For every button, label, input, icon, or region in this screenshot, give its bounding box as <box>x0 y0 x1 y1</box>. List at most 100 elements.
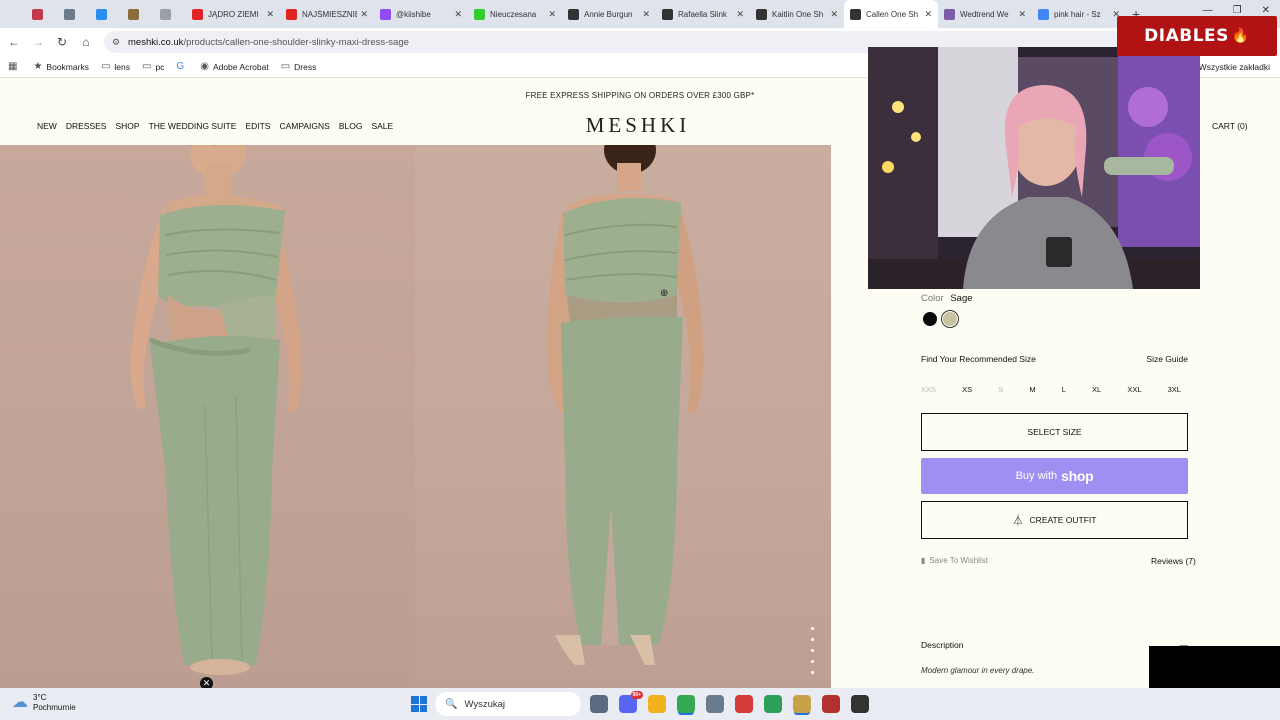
task-view-icon[interactable] <box>590 695 608 713</box>
site-logo[interactable]: MESHKI <box>540 113 736 138</box>
browser-tab[interactable]: NAJŚMIESZNIE ✕ <box>280 0 374 28</box>
maximize-icon[interactable]: ❐ <box>1233 5 1242 16</box>
size-guide-link[interactable]: Size Guide <box>1146 354 1188 364</box>
app-cube-icon[interactable] <box>706 695 724 713</box>
gallery-dot[interactable] <box>811 649 814 652</box>
browser-tab[interactable]: JĄDRO ZIEMI ✕ <box>186 0 280 28</box>
size-option[interactable]: 3XL <box>1168 385 1181 394</box>
size-option[interactable]: XXL <box>1127 385 1141 394</box>
gallery-dot[interactable] <box>811 660 814 663</box>
nav-item[interactable]: DRESSES <box>66 121 107 131</box>
size-option[interactable]: S <box>998 385 1003 394</box>
create-outfit-button[interactable]: ⏃ CREATE OUTFIT <box>921 501 1188 539</box>
browser-tab[interactable]: ✕ <box>26 0 58 28</box>
bookmarks-container: ★ Bookmarks ▭ lens ▭ pc G ◉ Adobe Acrobat ▭ Dress <box>33 61 328 72</box>
model-front-illustration <box>130 145 302 675</box>
tab-close-icon[interactable]: ✕ <box>548 9 556 20</box>
product-image-front[interactable] <box>0 145 415 688</box>
app-doc-icon[interactable] <box>822 695 840 713</box>
pen-icon <box>128 8 139 20</box>
folder-icon: ▭ <box>280 61 291 72</box>
select-size-button[interactable]: SELECT SIZE <box>921 413 1188 451</box>
size-option[interactable]: M <box>1029 385 1035 394</box>
browser-tab[interactable]: Rafaella Slink ✕ <box>656 0 750 28</box>
tab-close-icon[interactable]: ✕ <box>454 9 462 20</box>
bookmark-item[interactable]: ★ Bookmarks <box>33 61 88 72</box>
color-swatch-black[interactable] <box>923 312 937 326</box>
nav-item[interactable]: NEW <box>37 121 57 131</box>
app-green-icon[interactable] <box>764 695 782 713</box>
browser-tab[interactable]: ✕ <box>90 0 122 28</box>
browser-tab[interactable]: ✕ <box>122 0 154 28</box>
size-recommend-link[interactable]: Find Your Recommended Size <box>921 354 1036 364</box>
tab-close-icon[interactable]: ✕ <box>924 9 932 20</box>
bookmark-item[interactable]: ◉ Adobe Acrobat <box>200 61 269 72</box>
google-icon: G <box>176 61 185 72</box>
gallery-dot[interactable] <box>811 627 814 630</box>
site-info-icon[interactable]: ⚙ <box>112 37 122 47</box>
apps-grid-icon[interactable]: ▦ <box>8 61 21 72</box>
tab-close-icon[interactable]: ✕ <box>830 9 838 20</box>
tab-label: JĄDRO ZIEMI <box>208 9 259 19</box>
chrome-icon[interactable] <box>677 695 695 713</box>
tab-close-icon[interactable]: ✕ <box>736 9 744 20</box>
twitch-icon <box>380 8 391 20</box>
shop-pay-button[interactable]: Buy with shop <box>921 458 1188 494</box>
bookmark-item[interactable]: ▭ lens <box>101 61 130 72</box>
description-label: Description <box>921 640 964 650</box>
all-bookmarks[interactable]: Wszystkie zakładki <box>1199 62 1270 72</box>
save-to-wishlist[interactable]: ▮ Save To Wishlist <box>921 556 988 565</box>
gallery-pagination[interactable] <box>811 627 814 674</box>
gallery-dot[interactable] <box>811 638 814 641</box>
minimize-icon[interactable]: — <box>1203 5 1213 16</box>
description-accordion[interactable]: Description — <box>921 640 1188 650</box>
color-swatch-sage[interactable] <box>943 312 957 326</box>
browser-tab[interactable]: Wedtrend We ✕ <box>938 0 1032 28</box>
nav-item[interactable]: CAMPAIGNS <box>279 121 329 131</box>
browser-tab[interactable]: ✕ <box>58 0 90 28</box>
reload-icon[interactable]: ↻ <box>50 35 74 49</box>
weather-widget[interactable]: ☁ 3°C Pochmurnie <box>12 693 76 713</box>
description-text: Modern glamour in every drape. <box>921 666 1035 675</box>
close-window-icon[interactable]: ✕ <box>1262 5 1270 16</box>
cart-link[interactable]: CART (0) <box>1212 121 1248 131</box>
taskbar-search[interactable]: 🔍 Wyszukaj <box>435 692 581 716</box>
size-option[interactable]: XL <box>1092 385 1101 394</box>
bookmark-item[interactable]: ▭ Dress <box>281 61 317 72</box>
browser-tab[interactable]: Annie Burgun ✕ <box>562 0 656 28</box>
product-image-back[interactable] <box>415 145 831 688</box>
size-option[interactable]: XS <box>962 385 972 394</box>
browser-tab[interactable]: Nieuczesana ✕ <box>468 0 562 28</box>
shop-logo: shop <box>1061 468 1094 484</box>
tab-close-icon[interactable]: ✕ <box>642 9 650 20</box>
home-icon[interactable]: ⌂ <box>74 35 98 49</box>
nav-item[interactable]: EDITS <box>245 121 270 131</box>
close-popup-icon[interactable]: ✕ <box>200 677 213 688</box>
app-sync-icon[interactable] <box>851 695 869 713</box>
tab-close-icon[interactable]: ✕ <box>360 9 368 20</box>
bookmark-item[interactable]: ▭ pc <box>142 61 164 72</box>
league-icon[interactable] <box>793 695 811 713</box>
browser-tab[interactable]: Callen One Sh ✕ <box>844 0 938 28</box>
gallery-dot[interactable] <box>811 671 814 674</box>
size-option[interactable]: L <box>1062 385 1066 394</box>
tab-close-icon[interactable]: ✕ <box>1018 9 1026 20</box>
discord-icon[interactable]: 99+ <box>619 691 643 713</box>
app-red-icon[interactable] <box>735 695 753 713</box>
back-icon[interactable]: ← <box>2 35 26 49</box>
nav-item[interactable]: SHOP <box>115 121 139 131</box>
nav-item[interactable]: SALE <box>371 121 393 131</box>
browser-tab[interactable]: @kiishibe ✕ <box>374 0 468 28</box>
reviews-link[interactable]: Reviews (7) <box>1151 556 1196 566</box>
bookmark-item[interactable]: G <box>176 61 188 72</box>
browser-tab[interactable]: pink hair - Sz ✕ <box>1032 0 1126 28</box>
nav-item[interactable]: THE WEDDING SUITE <box>149 121 237 131</box>
size-option[interactable]: XXS <box>921 385 936 394</box>
tab-close-icon[interactable]: ✕ <box>266 9 274 20</box>
browser-tab[interactable]: Kaitlin One Sh ✕ <box>750 0 844 28</box>
browser-tab[interactable]: ✕ <box>154 0 186 28</box>
nav-item[interactable]: BLOG <box>339 121 363 131</box>
windows-start-icon[interactable] <box>411 696 427 712</box>
forward-icon[interactable]: → <box>26 35 50 49</box>
file-explorer-icon[interactable] <box>648 695 666 713</box>
